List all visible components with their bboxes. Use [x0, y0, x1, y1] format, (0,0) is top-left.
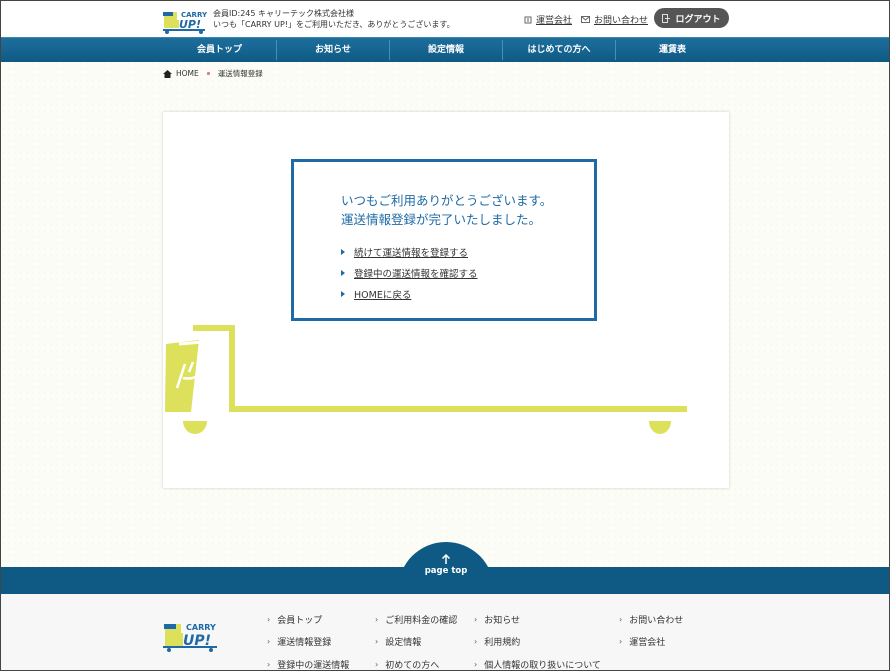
footer-logo[interactable]: CARRY UP! — [161, 616, 219, 652]
building-icon — [524, 16, 532, 23]
carry-up-logo[interactable]: CARRY UP! — [161, 6, 207, 34]
view-registered-label: 登録中の運送情報を確認する — [354, 268, 478, 280]
footer-link-label: ご利用料金の確認 — [385, 616, 458, 626]
next-action-links: 続けて運送情報を登録する 登録中の運送情報を確認する HOMEに戻る — [341, 241, 478, 304]
company-link[interactable]: 運営会社 — [524, 13, 572, 26]
triangle-right-icon — [341, 269, 345, 276]
nav-settings[interactable]: 設定情報 — [390, 38, 502, 62]
completion-message-box: いつもご利用ありがとうございます。 運送情報登録が完了いたしました。 続けて運送… — [291, 159, 597, 321]
svg-text:CARRY: CARRY — [186, 623, 216, 632]
truck-illustration — [165, 325, 687, 434]
footer-link-fees[interactable]: › ご利用料金の確認 — [375, 613, 457, 626]
chevron-right-icon: › — [375, 615, 379, 624]
footer-link-settings[interactable]: › 設定情報 — [375, 635, 421, 648]
footer-link-privacy[interactable]: › 個人情報の取り扱いについて — [474, 658, 601, 671]
chevron-right-icon: › — [474, 660, 478, 669]
register-another-link[interactable]: 続けて運送情報を登録する — [341, 241, 478, 262]
view-registered-link[interactable]: 登録中の運送情報を確認する — [341, 262, 478, 283]
arrow-up-icon — [441, 554, 451, 564]
chevron-right-icon: › — [474, 615, 478, 624]
chevron-right-icon: › — [267, 637, 271, 646]
chevron-right-icon: › — [619, 615, 623, 624]
footer-link-label: 個人情報の取り扱いについて — [484, 661, 601, 671]
logout-icon — [662, 13, 671, 23]
footer-link-label: 運営会社 — [629, 638, 666, 648]
footer-link-label: 初めての方へ — [385, 661, 440, 671]
nav-beginners[interactable]: はじめての方へ — [503, 38, 615, 62]
chevron-right-icon: › — [375, 660, 379, 669]
contact-link-label: お問い合わせ — [594, 16, 649, 26]
footer-link-member-top[interactable]: › 会員トップ — [267, 613, 322, 626]
footer-link-beginners[interactable]: › 初めての方へ — [375, 658, 439, 671]
footer-link-label: 会員トップ — [277, 616, 323, 626]
chevron-right-icon: › — [267, 660, 271, 669]
footer-link-register[interactable]: › 運送情報登録 — [267, 635, 331, 648]
global-nav: 会員トップ お知らせ 設定情報 はじめての方へ 運賃表 — [1, 37, 889, 62]
footer-link-label: 登録中の運送情報 — [277, 661, 350, 671]
breadcrumb-separator — [206, 72, 210, 75]
member-info: 会員ID:245 キャリーテック株式会社様 いつも「CARRY UP!」をご利用… — [213, 8, 455, 30]
register-another-label: 続けて運送情報を登録する — [354, 247, 469, 259]
logout-button[interactable]: ログアウト — [654, 8, 729, 28]
logout-label: ログアウト — [675, 14, 721, 25]
site-header: CARRY UP! 会員ID:245 キャリーテック株式会社様 いつも「CARR… — [1, 1, 889, 37]
member-id-text: 会員ID:245 キャリーテック株式会社様 — [213, 9, 355, 18]
breadcrumb-current: 運送情報登録 — [217, 69, 263, 78]
welcome-text: いつも「CARRY UP!」をご利用いただき、ありがとうございます。 — [213, 20, 455, 29]
footer-link-registered[interactable]: › 登録中の運送情報 — [267, 658, 349, 671]
completion-card: いつもご利用ありがとうございます。 運送情報登録が完了いたしました。 続けて運送… — [163, 112, 729, 488]
site-footer: CARRY UP! › 会員トップ › 運送情報登録 › 登録中の運送情報 › ご利用料… — [1, 594, 889, 671]
back-home-label: HOMEに戻る — [354, 289, 412, 301]
chevron-right-icon: › — [474, 637, 478, 646]
page-top-label: page top — [424, 566, 468, 576]
footer-link-label: 利用規約 — [484, 638, 521, 648]
breadcrumb-home[interactable]: HOME — [176, 69, 199, 78]
page-top-button[interactable]: page top — [398, 554, 494, 576]
nav-news[interactable]: お知らせ — [277, 38, 389, 62]
footer-link-company[interactable]: › 運営会社 — [619, 635, 665, 648]
home-icon — [163, 69, 172, 78]
footer-link-label: お知らせ — [484, 616, 521, 626]
completed-text: 運送情報登録が完了いたしました。 — [341, 212, 542, 227]
mail-icon — [581, 16, 590, 23]
contact-link[interactable]: お問い合わせ — [581, 13, 648, 26]
triangle-right-icon — [341, 248, 345, 255]
completion-message: いつもご利用ありがとうございます。 運送情報登録が完了いたしました。 — [341, 191, 552, 229]
chevron-right-icon: › — [375, 637, 379, 646]
footer-link-label: 運送情報登録 — [277, 638, 332, 648]
breadcrumb: HOME 運送情報登録 — [163, 68, 263, 79]
chevron-right-icon: › — [619, 637, 623, 646]
footer-link-news[interactable]: › お知らせ — [474, 613, 520, 626]
footer-link-contact[interactable]: › お問い合わせ — [619, 613, 683, 626]
chevron-right-icon: › — [267, 615, 271, 624]
footer-link-label: 設定情報 — [385, 638, 422, 648]
thanks-text: いつもご利用ありがとうございます。 — [341, 193, 553, 208]
company-link-label: 運営会社 — [536, 16, 573, 26]
footer-link-terms[interactable]: › 利用規約 — [474, 635, 520, 648]
nav-member-top[interactable]: 会員トップ — [163, 38, 276, 62]
nav-fare-table[interactable]: 運賃表 — [616, 38, 729, 62]
back-home-link[interactable]: HOMEに戻る — [341, 283, 478, 304]
triangle-right-icon — [341, 290, 345, 297]
footer-link-label: お問い合わせ — [629, 616, 684, 626]
